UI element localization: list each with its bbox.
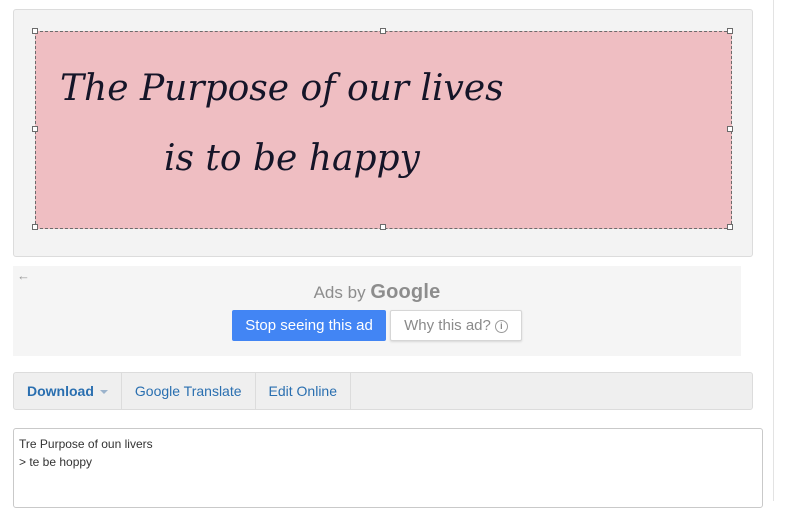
crop-handle-top-left[interactable] [32,28,38,34]
download-dropdown[interactable]: Download [14,373,122,409]
why-this-ad-button[interactable]: Why this ad? i [390,310,522,341]
crop-handle-left[interactable] [32,126,38,132]
google-wordmark: Google [370,281,441,303]
ocr-output-textarea[interactable]: Tre Purpose of oun livers > te be hoppy [13,428,763,508]
result-toolbar: Download Google Translate Edit Online [13,372,753,410]
ads-by-text: Ads by [313,283,366,302]
crop-handle-right[interactable] [727,126,733,132]
google-translate-button[interactable]: Google Translate [122,373,256,409]
crop-handle-top-right[interactable] [727,28,733,34]
ad-feedback-panel: ← Ads by Google Stop seeing this ad Why … [13,266,741,356]
crop-handle-bottom[interactable] [380,224,386,230]
why-this-ad-label: Why this ad? [404,317,491,334]
right-edge-divider [773,0,785,501]
handwriting-line-1: The Purpose of our lives [60,68,504,109]
caret-down-icon [99,390,108,394]
ads-by-google-label: Ads by Google [13,281,741,304]
uploaded-handwriting-image[interactable]: The Purpose of our lives is to be happy [35,31,732,229]
handwriting-line-2: is to be happy [164,138,421,179]
crop-handle-bottom-left[interactable] [32,224,38,230]
info-icon: i [494,320,508,333]
handwriting-text: The Purpose of our lives is to be happy [60,68,504,179]
stop-seeing-ad-button[interactable]: Stop seeing this ad [232,310,386,341]
edit-online-button[interactable]: Edit Online [256,373,351,409]
download-label: Download [27,383,94,399]
crop-handle-bottom-right[interactable] [727,224,733,230]
crop-handle-top[interactable] [380,28,386,34]
